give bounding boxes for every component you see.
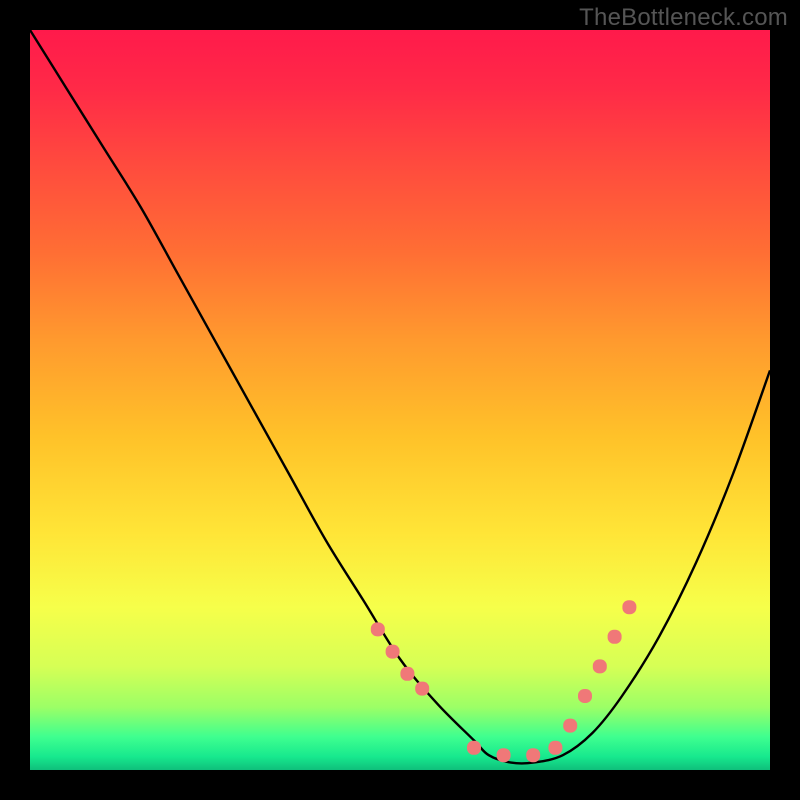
chart-frame: TheBottleneck.com — [0, 0, 800, 800]
marker-dot — [400, 667, 414, 681]
marker-dot — [563, 719, 577, 733]
marker-dot — [548, 741, 562, 755]
marker-dot — [497, 748, 511, 762]
marker-dot — [622, 600, 636, 614]
marker-dot — [415, 682, 429, 696]
marker-dot — [578, 689, 592, 703]
marker-dot — [386, 645, 400, 659]
marker-dot — [526, 748, 540, 762]
marker-dot — [608, 630, 622, 644]
marker-dot — [593, 659, 607, 673]
chart-svg — [30, 30, 770, 770]
watermark-text: TheBottleneck.com — [579, 4, 788, 32]
marker-dot — [467, 741, 481, 755]
marker-dot — [371, 622, 385, 636]
plot-area — [30, 30, 770, 770]
